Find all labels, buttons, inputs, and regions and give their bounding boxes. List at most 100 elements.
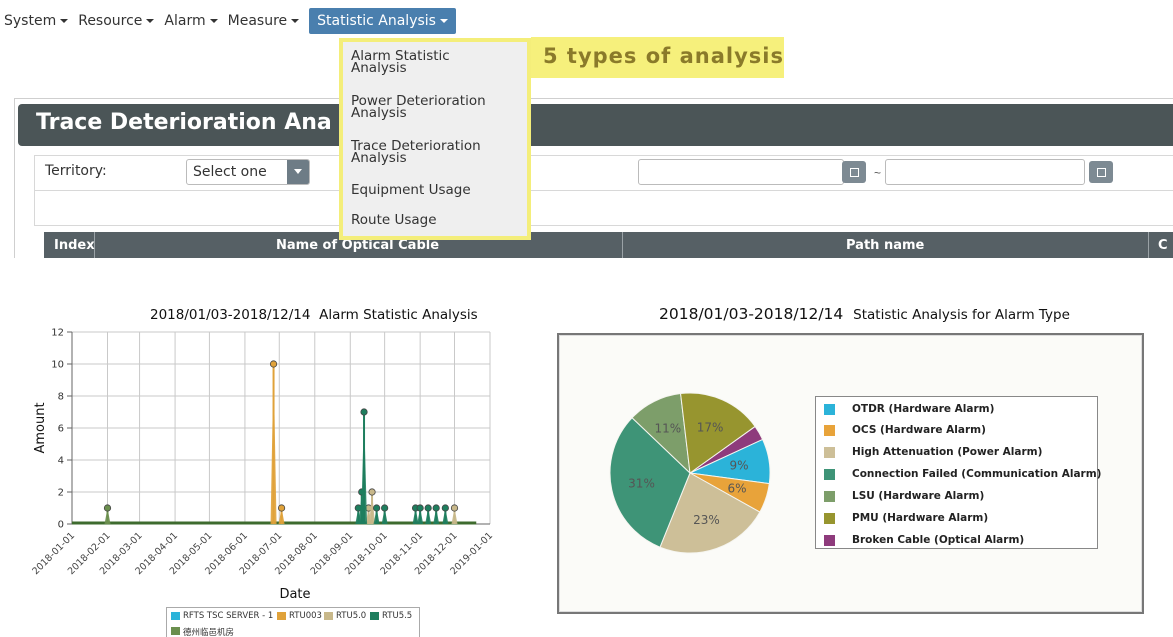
data-point[interactable] xyxy=(432,504,440,512)
legend-label: 德州临邑机房 xyxy=(183,628,235,637)
pie-slice-label: 11% xyxy=(654,422,681,436)
caret-down-icon xyxy=(439,19,448,23)
legend-label: PMU (Hardware Alarm) xyxy=(852,512,989,524)
page-title: Trace Deterioration Ana xyxy=(36,110,332,135)
legend-label: LSU (Hardware Alarm) xyxy=(852,490,985,502)
table-column-divider xyxy=(622,232,623,258)
caret-down-icon xyxy=(60,19,69,23)
pie-chart-name: Statistic Analysis for Alarm Type xyxy=(853,307,1070,323)
callout-text: 5 types of analysis xyxy=(543,44,784,68)
y-tick-label: 4 xyxy=(58,456,64,467)
menu-system[interactable]: System xyxy=(0,8,74,34)
legend-swatch xyxy=(824,513,835,524)
pie-chart-title: 2018/01/03-2018/12/14 Statistic Analysis… xyxy=(659,305,1070,323)
start-date-input[interactable] xyxy=(638,159,844,185)
dropdown-item-equipment-usage[interactable]: Equipment Usage xyxy=(351,182,521,198)
legend-swatch xyxy=(277,612,286,620)
legend-label: Broken Cable (Optical Alarm) xyxy=(852,534,1025,546)
data-point[interactable] xyxy=(368,488,376,496)
data-point[interactable] xyxy=(277,504,286,512)
pie-chart-date-range: 2018/01/03-2018/12/14 xyxy=(659,305,844,323)
data-point[interactable] xyxy=(103,504,112,512)
line-chart: 2018-01-012018-02-012018-03-012018-04-01… xyxy=(30,328,495,603)
menu-alarm-label: Alarm xyxy=(164,13,206,29)
data-point[interactable] xyxy=(360,408,368,416)
data-point[interactable] xyxy=(269,360,278,368)
legend-swatch xyxy=(824,469,835,480)
legend-swatch xyxy=(824,425,835,436)
legend-swatch xyxy=(171,612,180,620)
y-tick-label: 10 xyxy=(51,360,64,371)
legend-label: High Attenuation (Power Alarm) xyxy=(852,446,1043,458)
pie-slice-label: 31% xyxy=(628,476,655,490)
data-point[interactable] xyxy=(441,504,449,512)
x-axis-label: Date xyxy=(279,587,310,602)
table-header-cable-name[interactable]: Name of Optical Cable xyxy=(276,238,439,253)
table-header-c[interactable]: C xyxy=(1158,238,1168,253)
territory-select[interactable]: Select one xyxy=(186,159,310,185)
pie-slice-label: 23% xyxy=(693,513,720,527)
dropdown-item-route-usage[interactable]: Route Usage xyxy=(351,212,521,228)
dropdown-item-trace-deterioration-analysis[interactable]: Trace Deterioration Analysis xyxy=(351,139,521,165)
pie-slice-label: 17% xyxy=(697,421,724,435)
legend-swatch xyxy=(824,404,835,415)
legend-swatch xyxy=(324,612,333,620)
legend-swatch xyxy=(370,612,379,620)
menu-resource[interactable]: Resource xyxy=(74,8,160,34)
table-column-divider xyxy=(1148,232,1149,258)
pie-chart-legend: OTDR (Hardware Alarm) OCS (Hardware Alar… xyxy=(815,396,1102,549)
y-tick-label: 0 xyxy=(58,520,64,531)
y-tick-label: 6 xyxy=(58,424,64,435)
filter-row-2 xyxy=(34,190,1173,226)
menu-measure-label: Measure xyxy=(227,13,288,29)
menu-system-label: System xyxy=(4,13,57,29)
date-separator: ~ xyxy=(874,166,882,180)
dropdown-item-label: Route Usage xyxy=(351,212,437,228)
legend-label: OTDR (Hardware Alarm) xyxy=(852,403,995,415)
data-point[interactable] xyxy=(450,504,459,512)
menu-statistic-analysis[interactable]: Statistic Analysis xyxy=(309,8,456,34)
menu-measure[interactable]: Measure xyxy=(224,8,306,34)
end-date-input[interactable] xyxy=(885,159,1085,185)
y-tick-label: 8 xyxy=(58,392,64,403)
select-arrow-icon[interactable] xyxy=(287,160,309,184)
legend-swatch xyxy=(171,627,180,635)
data-point[interactable] xyxy=(416,504,424,512)
dropdown-item-power-deterioration-analysis[interactable]: Power Deterioration Analysis xyxy=(351,94,521,120)
data-point[interactable] xyxy=(381,504,389,512)
legend-label: RTU003 xyxy=(289,611,322,621)
menu-resource-label: Resource xyxy=(78,13,143,29)
legend-swatch xyxy=(824,491,835,502)
line-chart-legend: RFTS TSC SERVER - 1 RTU003 RTU5.0 RTU5.5… xyxy=(166,607,420,637)
caret-down-icon xyxy=(209,19,218,23)
table-header-path-name[interactable]: Path name xyxy=(846,238,924,253)
callout-note: 5 types of analysis xyxy=(531,37,784,78)
legend-label: RFTS TSC SERVER - 1 xyxy=(183,611,274,621)
calendar-icon[interactable] xyxy=(1089,161,1113,183)
pie-chart: 9% 6% 23% 31% 11% 17% xyxy=(609,392,771,554)
menu-statistic-analysis-label: Statistic Analysis xyxy=(317,13,436,29)
top-ui-panel: System Resource Alarm Measure Statistic … xyxy=(0,0,1173,258)
territory-select-value: Select one xyxy=(193,164,267,180)
page-title-bar: Trace Deterioration Ana xyxy=(18,104,1173,146)
legend-label: RTU5.5 xyxy=(382,611,413,621)
legend-swatch xyxy=(824,447,835,458)
dropdown-item-alarm-statistic-analysis[interactable]: Alarm Statistic Analysis xyxy=(351,49,521,75)
data-point[interactable] xyxy=(373,504,381,512)
legend-swatch xyxy=(824,535,835,546)
pie-slice-label: 9% xyxy=(730,459,749,473)
legend-label: RTU5.0 xyxy=(336,611,367,621)
y-axis-label: Amount xyxy=(33,402,48,453)
legend-label: Connection Failed (Communication Alarm) xyxy=(852,468,1102,480)
dropdown-item-label: Equipment Usage xyxy=(351,182,471,198)
y-tick-label: 12 xyxy=(51,328,64,339)
data-point[interactable] xyxy=(424,504,432,512)
statistic-analysis-dropdown: Alarm Statistic Analysis Power Deteriorat… xyxy=(339,38,531,240)
territory-label: Territory: xyxy=(45,163,107,179)
legend-label: OCS (Hardware Alarm) xyxy=(852,424,986,436)
calendar-icon[interactable] xyxy=(842,161,866,183)
pie-slice-label: 6% xyxy=(728,482,747,496)
table-header-index[interactable]: Index xyxy=(54,238,95,253)
menu-alarm[interactable]: Alarm xyxy=(160,8,223,34)
caret-down-icon xyxy=(146,19,155,23)
